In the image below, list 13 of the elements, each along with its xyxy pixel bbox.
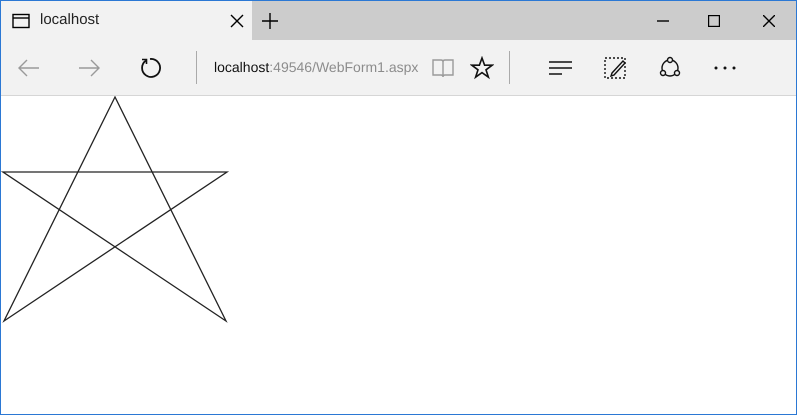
pen-frame-icon[interactable] xyxy=(603,56,628,80)
refresh-icon[interactable] xyxy=(138,56,162,80)
tab-page-icon xyxy=(12,12,30,28)
tab-title: localhost xyxy=(40,10,100,30)
close-icon[interactable] xyxy=(762,14,774,26)
new-tab-icon[interactable] xyxy=(261,12,279,30)
share-icon[interactable] xyxy=(658,56,682,80)
browser-tab[interactable]: localhost xyxy=(1,1,252,40)
more-icon[interactable] xyxy=(713,64,738,70)
address-field[interactable]: localhost:49546/WebForm1.aspx xyxy=(214,57,418,78)
maximize-icon[interactable] xyxy=(708,14,720,26)
close-tab-icon[interactable] xyxy=(230,14,244,28)
star-icon[interactable] xyxy=(470,56,494,80)
